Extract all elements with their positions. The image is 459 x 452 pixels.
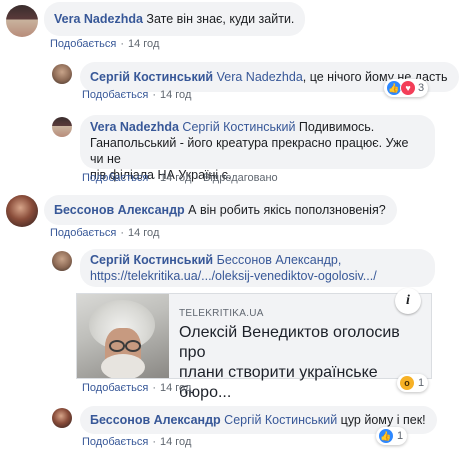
reply-3: Сергій Костинський Бессонов Александр, h… <box>52 249 435 287</box>
comment-author[interactable]: Vera Nadezhda <box>54 12 143 26</box>
comment-text: А він робить якісь поползновенія? <box>188 203 386 217</box>
comment-2: Бессонов Александр А він робить якісь по… <box>6 195 397 227</box>
comment-bubble: Vera Nadezhda Зате він знає, куди зайти. <box>44 2 306 36</box>
reactions-summary[interactable]: 👍 ♥ 3 <box>384 79 429 97</box>
reaction-count: 1 <box>418 377 425 389</box>
link-preview-domain: TELEKRITIKA.UA <box>179 308 264 319</box>
comment-text: Зате він знає, куди зайти. <box>146 12 295 26</box>
avatar[interactable] <box>6 195 38 227</box>
comment-time[interactable]: 14 год <box>160 89 191 101</box>
reactions-summary[interactable]: 👍 1 <box>376 427 408 445</box>
comment-author[interactable]: Vera Nadezhda <box>90 120 179 134</box>
comment-author[interactable]: Бессонов Александр <box>54 203 185 217</box>
comment-meta: Подобається · 14 год <box>50 227 160 239</box>
comment-meta: Подобається · 14 год <box>82 89 192 101</box>
comment-meta: Подобається · 14 год <box>82 382 192 394</box>
avatar[interactable] <box>52 117 72 137</box>
comment-time[interactable]: 14 год <box>160 436 191 448</box>
comment-mention[interactable]: Vera Nadezhda <box>217 70 303 84</box>
like-link[interactable]: Подобається <box>82 172 148 184</box>
link-preview-card[interactable]: TELEKRITIKA.UA Олексій Венедиктов оголос… <box>76 288 432 401</box>
edited-label[interactable]: Відредаговано <box>203 172 278 184</box>
comment-text-line: Ганапольський - його креатура прекрасно … <box>90 136 409 166</box>
reaction-count: 3 <box>418 82 425 94</box>
info-icon[interactable]: i <box>395 288 421 314</box>
link-preview-image[interactable] <box>77 294 169 378</box>
reaction-count: 1 <box>397 430 404 442</box>
comment-meta: Подобається · 14 год <box>82 436 192 448</box>
comment-meta: Подобається · 14 год <box>50 38 160 50</box>
like-link[interactable]: Подобається <box>82 382 148 394</box>
comment-1: Vera Nadezhda Зате він знає, куди зайти. <box>6 2 306 37</box>
comment-time[interactable]: 14 год <box>160 172 191 184</box>
comment-author[interactable]: Бессонов Александр <box>90 413 221 427</box>
heart-icon: ♥ <box>400 80 416 96</box>
comment-mention[interactable]: Сергій Костинський <box>182 120 295 134</box>
comment-bubble: Бессонов Александр А він робить якісь по… <box>44 195 397 225</box>
avatar[interactable] <box>52 251 72 271</box>
comment-text: цур йому і пек! <box>337 413 426 427</box>
comment-link[interactable]: https://telekritika.ua/.../oleksij-vened… <box>90 268 424 284</box>
link-preview-title: Олексій Венедиктов оголосив про <box>179 324 400 361</box>
avatar[interactable] <box>52 64 72 84</box>
like-link[interactable]: Подобається <box>82 436 148 448</box>
comment-author[interactable]: Сергій Костинський <box>90 253 213 267</box>
comment-bubble: Сергій Костинський Бессонов Александр, h… <box>80 249 435 287</box>
like-link[interactable]: Подобається <box>82 89 148 101</box>
wow-icon: o <box>399 375 415 391</box>
like-link[interactable]: Подобається <box>50 227 116 239</box>
comment-time[interactable]: 14 год <box>128 38 159 50</box>
avatar[interactable] <box>52 408 72 428</box>
comment-mention[interactable]: Сергій Костинський <box>224 413 337 427</box>
avatar[interactable] <box>6 5 38 37</box>
comment-text: Подивимось. <box>295 120 375 134</box>
comment-author[interactable]: Сергій Костинський <box>90 70 213 84</box>
like-link[interactable]: Подобається <box>50 38 116 50</box>
comment-meta: Подобається · 14 год · Відредаговано <box>82 172 278 184</box>
link-preview-title-line2: плани створити українське бюро... <box>179 364 378 401</box>
reactions-summary[interactable]: o 1 <box>397 374 429 392</box>
comment-bubble: Vera Nadezhda Сергій Костинський Подивим… <box>80 115 435 182</box>
link-preview-body: TELEKRITIKA.UA Олексій Венедиктов оголос… <box>169 294 431 401</box>
comment-mention[interactable]: Бессонов Александр, <box>217 253 342 267</box>
reply-2: Vera Nadezhda Сергій Костинський Подивим… <box>52 115 435 182</box>
comment-time[interactable]: 14 год <box>128 227 159 239</box>
comment-time[interactable]: 14 год <box>160 382 191 394</box>
thumbs-up-icon: 👍 <box>378 428 394 444</box>
